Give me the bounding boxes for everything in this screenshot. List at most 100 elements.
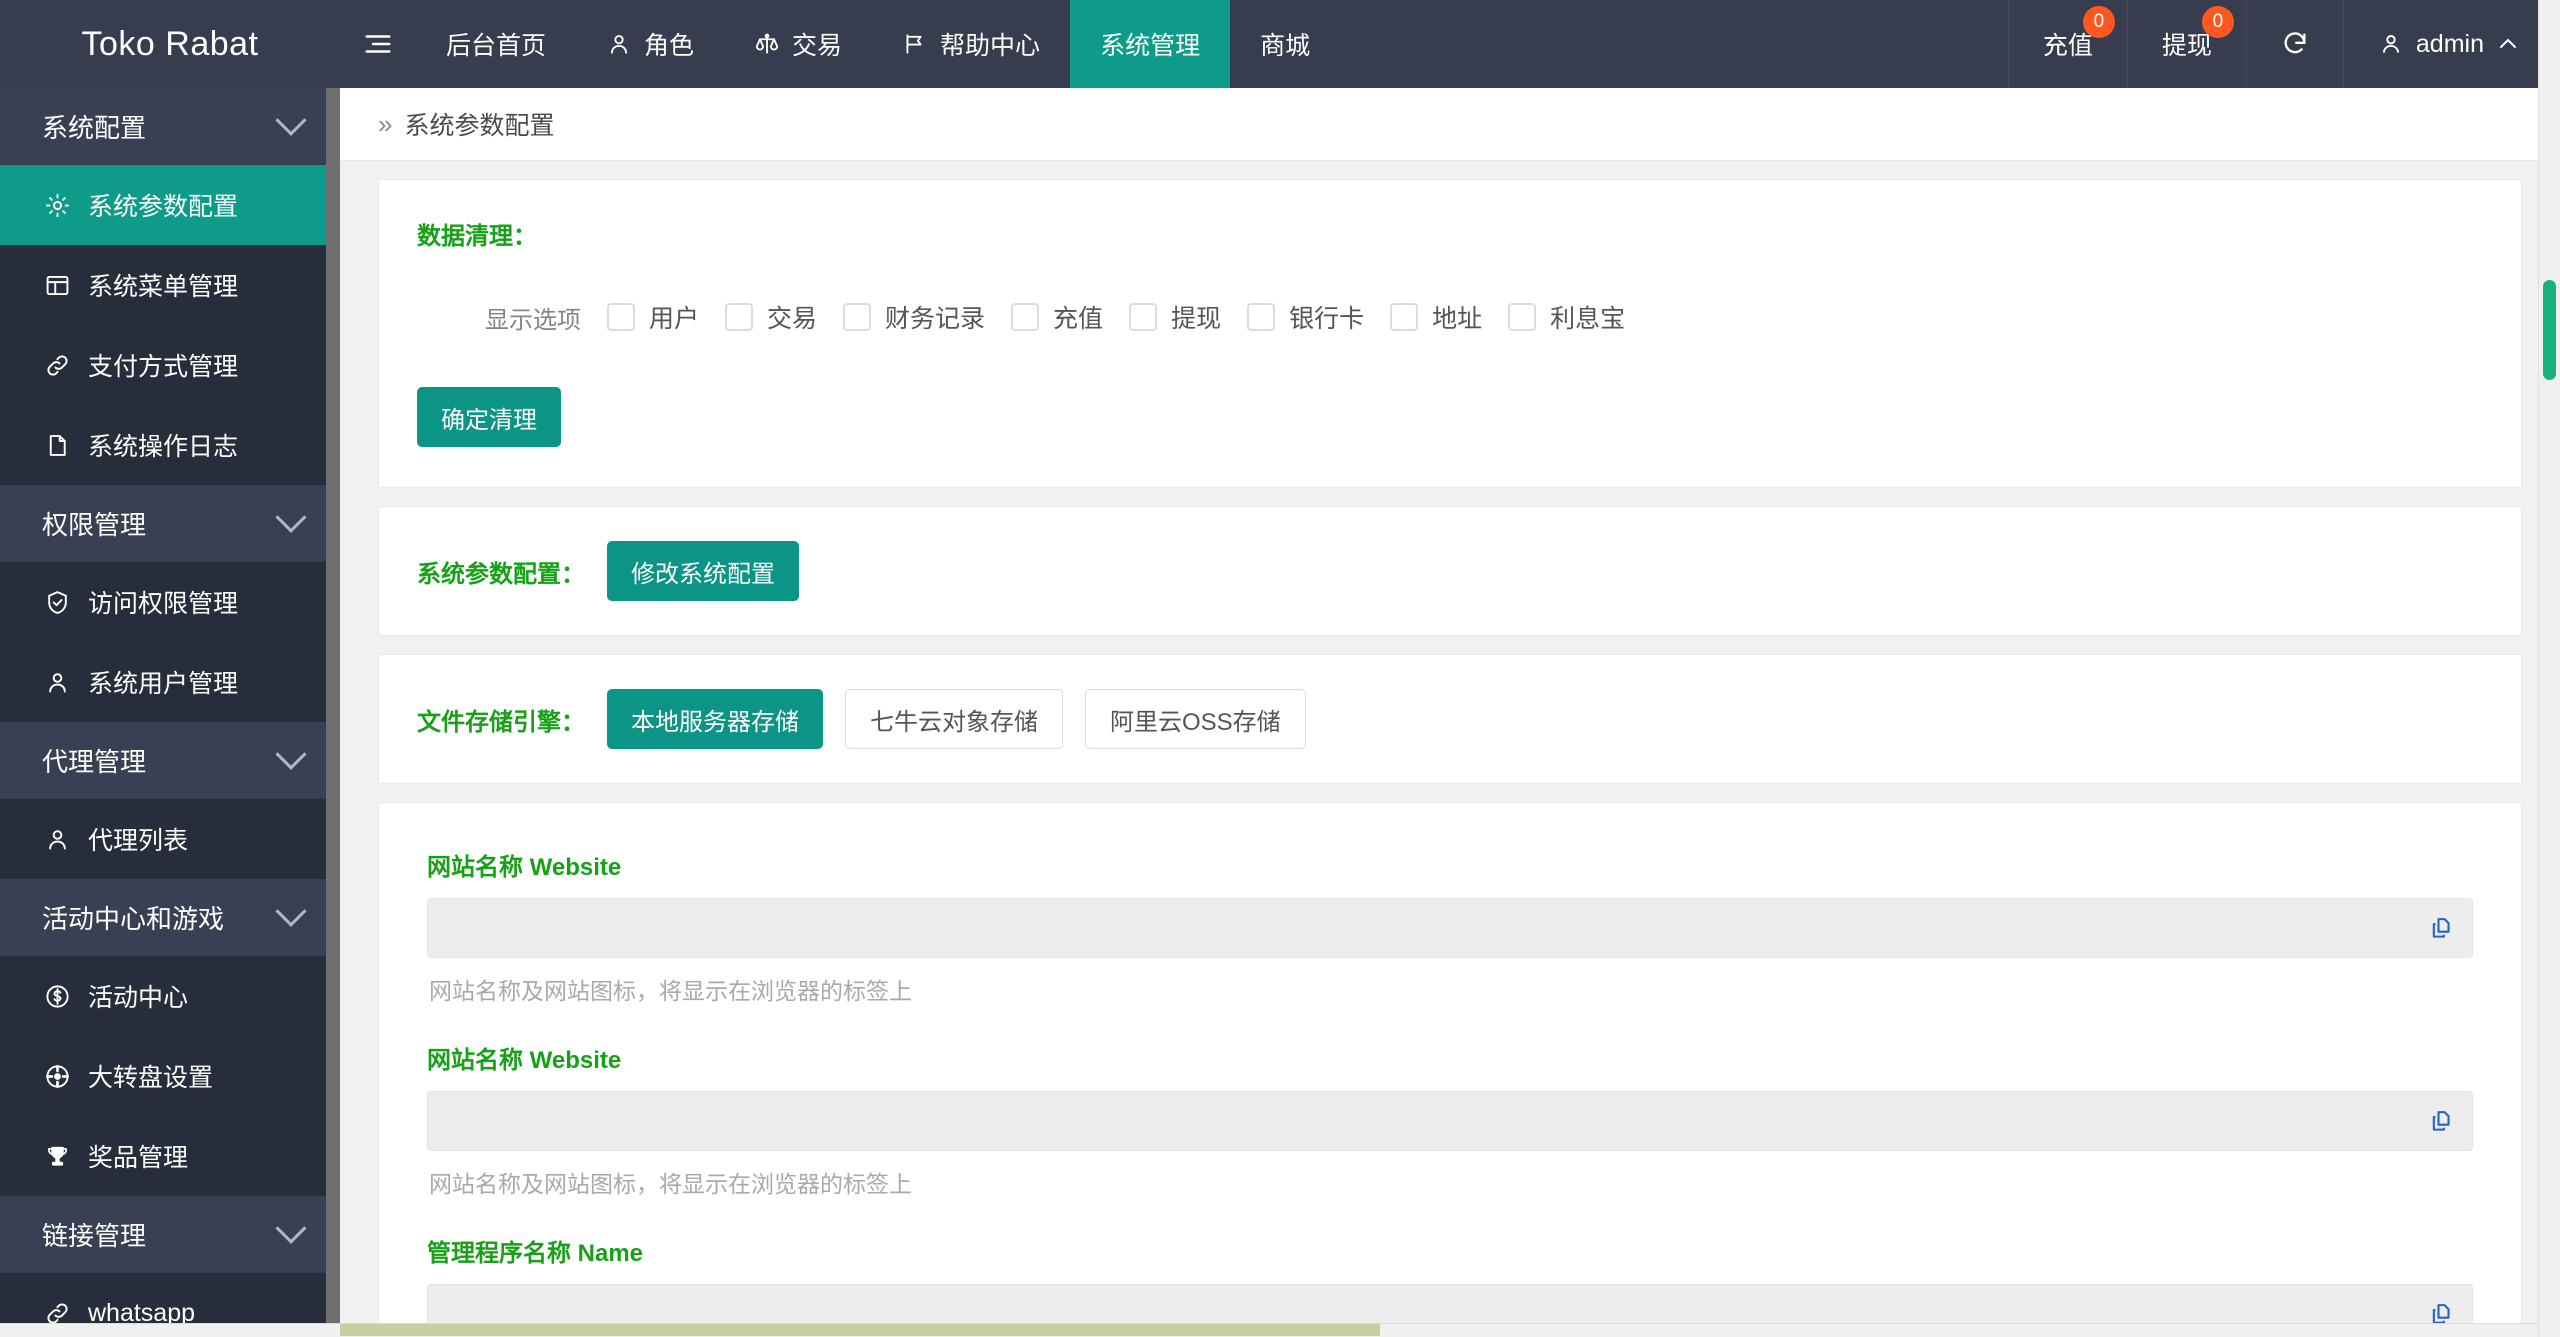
copy-icon[interactable]	[2425, 1104, 2459, 1138]
chevron-down-icon	[275, 501, 307, 533]
content-scroll-area: 数据清理： 显示选项 用户 交易 财务记录 充值 提现 银行卡 地址 利息宝 确定清理 系统参…	[340, 161, 2560, 1337]
sidebar-item-0-3[interactable]: 系统操作日志	[0, 405, 340, 485]
recharge-button[interactable]: 充值 0	[2007, 0, 2127, 88]
clean-option-2[interactable]: 财务记录	[843, 299, 985, 335]
topnav-item-5[interactable]: 商城	[1230, 0, 1340, 88]
sidebar-group-3[interactable]: 活动中心和游戏	[0, 879, 340, 956]
checkbox[interactable]	[607, 303, 635, 331]
flag-icon	[902, 31, 928, 57]
sidebar-item-label: 活动中心	[88, 984, 189, 1012]
user-icon	[42, 667, 72, 697]
sidebar-item-label: 奖品管理	[88, 1144, 189, 1172]
checkbox[interactable]	[1129, 303, 1158, 331]
topnav-item-2[interactable]: 交易	[724, 0, 872, 88]
topnav-item-3[interactable]: 帮助中心	[872, 0, 1070, 88]
topnav-item-1[interactable]: 角色	[576, 0, 724, 88]
storage-option-1[interactable]: 七牛云对象存储	[845, 689, 1063, 749]
clean-option-label: 交易	[767, 305, 818, 333]
confirm-clean-button[interactable]: 确定清理	[417, 387, 561, 447]
site-settings-card: 网站名称 Website 网站名称及网站图标，将显示在浏览器的标签上 网站名称 We…	[378, 802, 2522, 1337]
horizontal-scrollbar-thumb[interactable]	[340, 1324, 1380, 1336]
form-input-wrapper	[427, 1091, 2473, 1151]
system-param-label: 系统参数配置：	[417, 560, 585, 588]
chevron-down-icon	[275, 895, 307, 927]
clean-option-1[interactable]: 交易	[725, 299, 817, 335]
sidebar-group-1[interactable]: 权限管理	[0, 485, 340, 562]
page-scrollbar-thumb[interactable]	[2543, 280, 2556, 380]
shield-check-icon	[42, 587, 72, 617]
sidebar-scrollbar[interactable]	[326, 88, 340, 1337]
page-scrollbar-track[interactable]	[2538, 0, 2560, 1337]
clean-option-label: 提现	[1171, 305, 1222, 333]
clean-option-label: 充值	[1053, 305, 1104, 333]
clean-option-label: 用户	[649, 305, 700, 333]
form-field-label: 管理程序名称 Name	[427, 1240, 644, 1267]
sidebar-item-label: 系统用户管理	[88, 670, 239, 698]
sidebar-group-0[interactable]: 系统配置	[0, 88, 340, 165]
hamburger-icon[interactable]	[340, 0, 416, 88]
form-input[interactable]	[427, 898, 2473, 958]
sidebar-item-label: 大转盘设置	[88, 1064, 214, 1092]
clean-option-6[interactable]: 地址	[1390, 299, 1482, 335]
copy-icon[interactable]	[2425, 911, 2459, 945]
brand-title: Toko Rabat	[0, 0, 340, 88]
sidebar-item-3-2[interactable]: 奖品管理	[0, 1116, 340, 1196]
topnav-item-4[interactable]: 系统管理	[1070, 0, 1231, 88]
checkbox[interactable]	[1508, 303, 1537, 331]
withdraw-button[interactable]: 提现 0	[2126, 0, 2246, 88]
clean-option-7[interactable]: 利息宝	[1508, 299, 1625, 335]
sidebar-item-3-0[interactable]: 活动中心	[0, 956, 340, 1036]
display-options-label: 显示选项	[485, 306, 581, 334]
horizontal-scrollbar-track[interactable]	[0, 1323, 2538, 1337]
refresh-button[interactable]	[2245, 0, 2343, 88]
topnav-item-label: 后台首页	[446, 32, 547, 60]
sidebar-item-1-1[interactable]: 系统用户管理	[0, 642, 340, 722]
clean-option-3[interactable]: 充值	[1011, 299, 1103, 335]
form-field-hint: 网站名称及网站图标，将显示在浏览器的标签上	[429, 978, 912, 1004]
user-icon	[2378, 31, 2404, 57]
clean-option-0[interactable]: 用户	[607, 299, 699, 335]
checkbox[interactable]	[725, 303, 754, 331]
sidebar-item-0-0[interactable]: 系统参数配置	[0, 165, 340, 245]
recharge-badge: 0	[2082, 6, 2115, 38]
withdraw-badge: 0	[2201, 6, 2234, 38]
sidebar-item-0-2[interactable]: 支付方式管理	[0, 325, 340, 405]
breadcrumb: » 系统参数配置	[340, 88, 2560, 161]
storage-engine-card: 文件存储引擎： 本地服务器存储 七牛云对象存储 阿里云OSS存储	[378, 654, 2522, 784]
breadcrumb-arrow-icon: »	[378, 108, 393, 139]
clean-option-label: 地址	[1432, 305, 1483, 333]
sidebar-group-label: 权限管理	[42, 509, 147, 540]
system-param-card: 系统参数配置： 修改系统配置	[378, 506, 2522, 636]
chevron-down-icon	[275, 1212, 307, 1244]
storage-option-2[interactable]: 阿里云OSS存储	[1085, 689, 1306, 749]
user-menu[interactable]: admin	[2342, 0, 2560, 88]
gear-icon	[42, 190, 72, 220]
clean-option-label: 财务记录	[885, 305, 986, 333]
edit-system-config-button[interactable]: 修改系统配置	[607, 541, 799, 601]
sidebar-group-4[interactable]: 链接管理	[0, 1196, 340, 1273]
checkbox[interactable]	[1390, 303, 1419, 331]
clean-option-5[interactable]: 银行卡	[1247, 299, 1364, 335]
storage-option-0[interactable]: 本地服务器存储	[607, 689, 823, 749]
sidebar-item-1-0[interactable]: 访问权限管理	[0, 562, 340, 642]
storage-engine-label: 文件存储引擎：	[417, 708, 585, 736]
sidebar-item-3-1[interactable]: 大转盘设置	[0, 1036, 340, 1116]
sidebar-item-2-0[interactable]: 代理列表	[0, 799, 340, 879]
form-input[interactable]	[427, 1091, 2473, 1151]
checkbox[interactable]	[1247, 303, 1276, 331]
user-name: admin	[2415, 29, 2484, 58]
topnav-item-0[interactable]: 后台首页	[416, 0, 576, 88]
form-field-2: 管理程序名称 Name	[427, 1233, 2473, 1337]
sidebar-group-2[interactable]: 代理管理	[0, 722, 340, 799]
clean-option-4[interactable]: 提现	[1129, 299, 1221, 335]
sidebar-group-label: 链接管理	[42, 1220, 147, 1251]
sidebar-item-label: 代理列表	[88, 827, 189, 855]
clean-option-label: 利息宝	[1550, 305, 1626, 333]
topnav-item-label: 角色	[644, 32, 695, 60]
checkbox[interactable]	[843, 303, 872, 331]
form-field-1: 网站名称 Website 网站名称及网站图标，将显示在浏览器的标签上	[427, 1040, 2473, 1199]
sidebar-item-0-1[interactable]: 系统菜单管理	[0, 245, 340, 325]
topnav-item-label: 帮助中心	[940, 32, 1041, 60]
checkbox[interactable]	[1011, 303, 1040, 331]
